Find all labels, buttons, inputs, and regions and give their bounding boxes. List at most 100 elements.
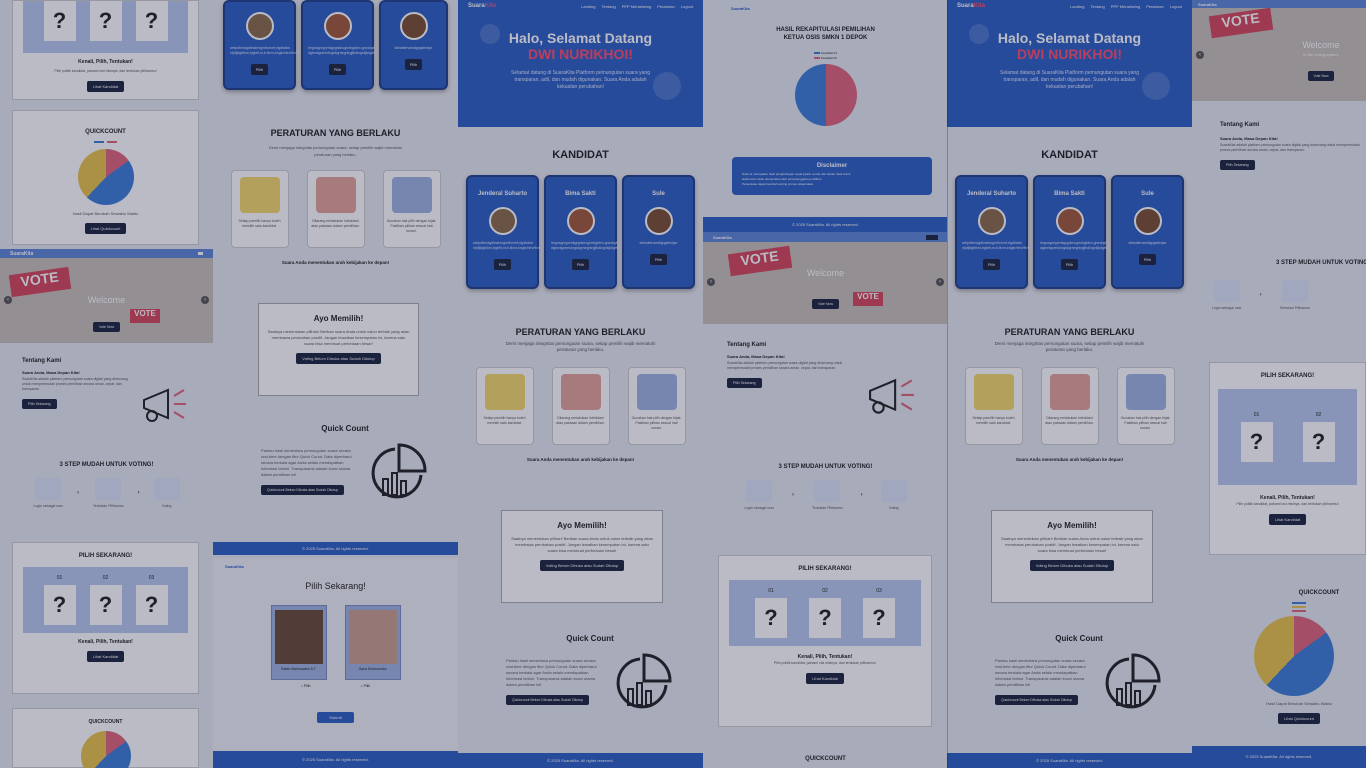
quickcount-title: Quick Count — [321, 424, 369, 433]
logout-button[interactable] — [926, 234, 938, 240]
candidate-photo — [1133, 207, 1162, 235]
choose-button[interactable]: Pilih — [1138, 254, 1157, 265]
nav-link[interactable]: PPP Meraelwing — [622, 4, 652, 9]
candidate-card[interactable]: 02? — [1302, 412, 1335, 462]
steps-title: 3 STEP MUDAH UNTUK VOTING! — [1276, 260, 1366, 266]
choose-button[interactable]: Pilih — [250, 64, 269, 75]
step-choose: Tentukan Pilihanmu — [93, 478, 124, 508]
logo[interactable]: SuaraKita — [1198, 2, 1217, 7]
ayo-title: Ayo Memilih! — [557, 521, 607, 530]
quickcount-closed-button[interactable]: Quickcount Belum Dibuka atau Sudah Ditut… — [506, 695, 590, 705]
see-candidates-button[interactable]: Lihat Kandidat — [86, 651, 125, 662]
candidate-card[interactable]: 01? — [1240, 412, 1273, 462]
candidate-choice-card[interactable]: Hana Khairunnisa — [344, 605, 401, 680]
carousel-next-icon[interactable]: › — [201, 296, 209, 304]
carousel-prev-icon[interactable]: ‹ — [1196, 50, 1204, 59]
nav-link[interactable]: Peraturan — [1146, 4, 1164, 9]
carousel-prev-icon[interactable]: ‹ — [4, 296, 12, 304]
submit-button[interactable]: Submit — [317, 712, 354, 723]
candidate-card: Bima Sakti hegnagnrgnrnkgrgnknuglnrbgbkr… — [1033, 175, 1114, 289]
quickcount-card: QUICKCOUNT Hasil Dapat Berubah Sewaktu W… — [12, 110, 199, 245]
about-pick-button[interactable]: Pilih Sekarang — [1220, 160, 1255, 170]
step-vote: Voting — [880, 480, 907, 510]
candidate-card[interactable]: 03? — [863, 588, 895, 638]
candidate-name: Jenderal Suharto — [477, 191, 527, 197]
step-choose: Tentukan Pilihanmu — [1280, 280, 1310, 310]
choose-button[interactable]: Pilih — [1060, 259, 1079, 270]
logo[interactable]: SuaraKita — [10, 251, 33, 257]
view-quickcount-button[interactable]: Lihat Quickcount — [84, 223, 127, 234]
voting-closed-button[interactable]: Voting Belum Dibuka atau Sudah Ditutup — [539, 560, 625, 571]
candidate-card[interactable]: ? — [89, 1, 122, 45]
radio-option[interactable]: ○ Pilih — [301, 684, 311, 688]
about-pick-button[interactable]: Pilih Sekarang — [727, 378, 762, 388]
quickcount-closed-button[interactable]: Quickcount Belum Dibuka atau Sudah Ditut… — [995, 695, 1079, 705]
quickcount-closed-button[interactable]: Quickcount Belum Dibuka atau Sudah Ditut… — [261, 485, 345, 495]
nav-link[interactable]: Tentang — [1090, 4, 1104, 9]
view-quickcount-button[interactable]: Lihat Quickcount — [1278, 713, 1320, 724]
logo[interactable]: SuaraKita — [703, 0, 948, 17]
candidate-choice-card[interactable]: Rafah Maheswara S.T — [270, 605, 327, 680]
nav-link[interactable]: Peraturan — [657, 4, 675, 9]
about-text: SuaraKita adalah platform pemungutan sua… — [727, 361, 843, 370]
see-candidates-button[interactable]: Lihat Kandidat — [806, 673, 844, 684]
vote-now-button[interactable]: Vote Now — [93, 322, 120, 332]
question-mark: ? — [43, 1, 76, 41]
logo[interactable]: SuaraKita — [468, 3, 496, 9]
choose-button[interactable]: Pilih — [649, 254, 668, 265]
vote-now-button[interactable]: Vote Now — [812, 299, 839, 309]
nav-link[interactable]: PPP Meraelwing — [1111, 4, 1141, 9]
quickcount-title: QUICKCOUNT — [805, 756, 846, 762]
logout-link[interactable]: Logout — [681, 4, 693, 9]
choose-button[interactable]: Pilih — [404, 59, 423, 70]
megaphone-icon — [143, 388, 186, 422]
radio-option[interactable]: ○ Pilih — [361, 684, 371, 688]
see-candidates-button[interactable]: Lihat Kandidat — [1268, 514, 1307, 525]
nav-link[interactable]: Tentang — [601, 4, 615, 9]
quickcount-title: Quick Count — [566, 634, 614, 643]
candidate-list: Jenderal Suharto welpdfendgdfvwkrngmtfur… — [947, 175, 1192, 289]
nav-link[interactable]: Landing — [1070, 4, 1084, 9]
vote-now-button[interactable]: Vote Now — [1307, 71, 1335, 81]
candidate-row-top: welpdfendgdfvwkrngmtfurnrrf,rtgdfwkw nfj… — [223, 0, 448, 92]
candidate-card[interactable]: 03? — [135, 575, 168, 625]
candidate-card[interactable]: 02? — [809, 588, 841, 638]
footer: © 2025 SuaraKita. All rights reserved. — [947, 753, 1192, 768]
choose-button[interactable]: Pilih — [328, 64, 347, 75]
menu-icon[interactable] — [198, 252, 203, 255]
login-icon — [1213, 280, 1240, 302]
candidate-card[interactable]: 01? — [755, 588, 787, 638]
logo[interactable]: SuaraKita — [213, 558, 458, 575]
candidate-card[interactable]: 02? — [89, 575, 122, 625]
disclaimer-line: Persentase dapat berubah seiring proses … — [742, 182, 814, 186]
logo[interactable]: SuaraKita — [713, 235, 732, 240]
carousel-prev-icon[interactable]: ‹ — [707, 278, 715, 286]
choose-button[interactable]: Pilih — [982, 259, 1001, 270]
people-illustration — [1049, 374, 1090, 410]
about-title: Tentang Kami — [727, 342, 767, 348]
choose-button[interactable]: Pilih — [571, 259, 590, 270]
voting-closed-button[interactable]: Voting Belum Dibuka atau Sudah Ditutup — [1029, 560, 1115, 571]
voting-closed-button[interactable]: Voting Belum Dibuka atau Sudah Ditutup — [296, 353, 381, 364]
candidate-photo — [644, 207, 673, 235]
candidate-photo — [245, 12, 274, 40]
carousel-next-icon[interactable]: › — [936, 278, 944, 286]
candidate-card[interactable]: ? — [43, 1, 76, 45]
logo[interactable]: SuaraKita — [957, 3, 985, 9]
about-pick-button[interactable]: Pilih Sekarang — [22, 399, 57, 409]
recap-legend: Kandidat 01 Kandidat 02 — [703, 51, 948, 60]
candidate-photo — [488, 207, 517, 235]
see-candidates-button[interactable]: Lihat Kandidat — [86, 81, 125, 92]
hero-section: SuaraKita Landing Tentang PPP Meraelwing… — [947, 0, 1192, 127]
candidate-card[interactable]: 01? — [43, 575, 76, 625]
vote-screen-illustration — [636, 374, 677, 410]
logout-link[interactable]: Logout — [1170, 4, 1182, 9]
phone-vote-icon — [880, 480, 907, 502]
quickcount-legend — [13, 141, 198, 143]
candidate-card[interactable]: ? — [135, 1, 168, 45]
nav-link[interactable]: Landing — [581, 4, 595, 9]
candidate-card: Bima Sakti hegnagnrgnrnkgrgnknuglnrbgbkr… — [544, 175, 625, 289]
ayo-text: Saatnya menentukan pilihan! Berikan suar… — [511, 536, 653, 553]
quickcount-section: Quick Count Pantau hasil sementara pemun… — [506, 634, 674, 713]
choose-button[interactable]: Pilih — [493, 259, 512, 270]
